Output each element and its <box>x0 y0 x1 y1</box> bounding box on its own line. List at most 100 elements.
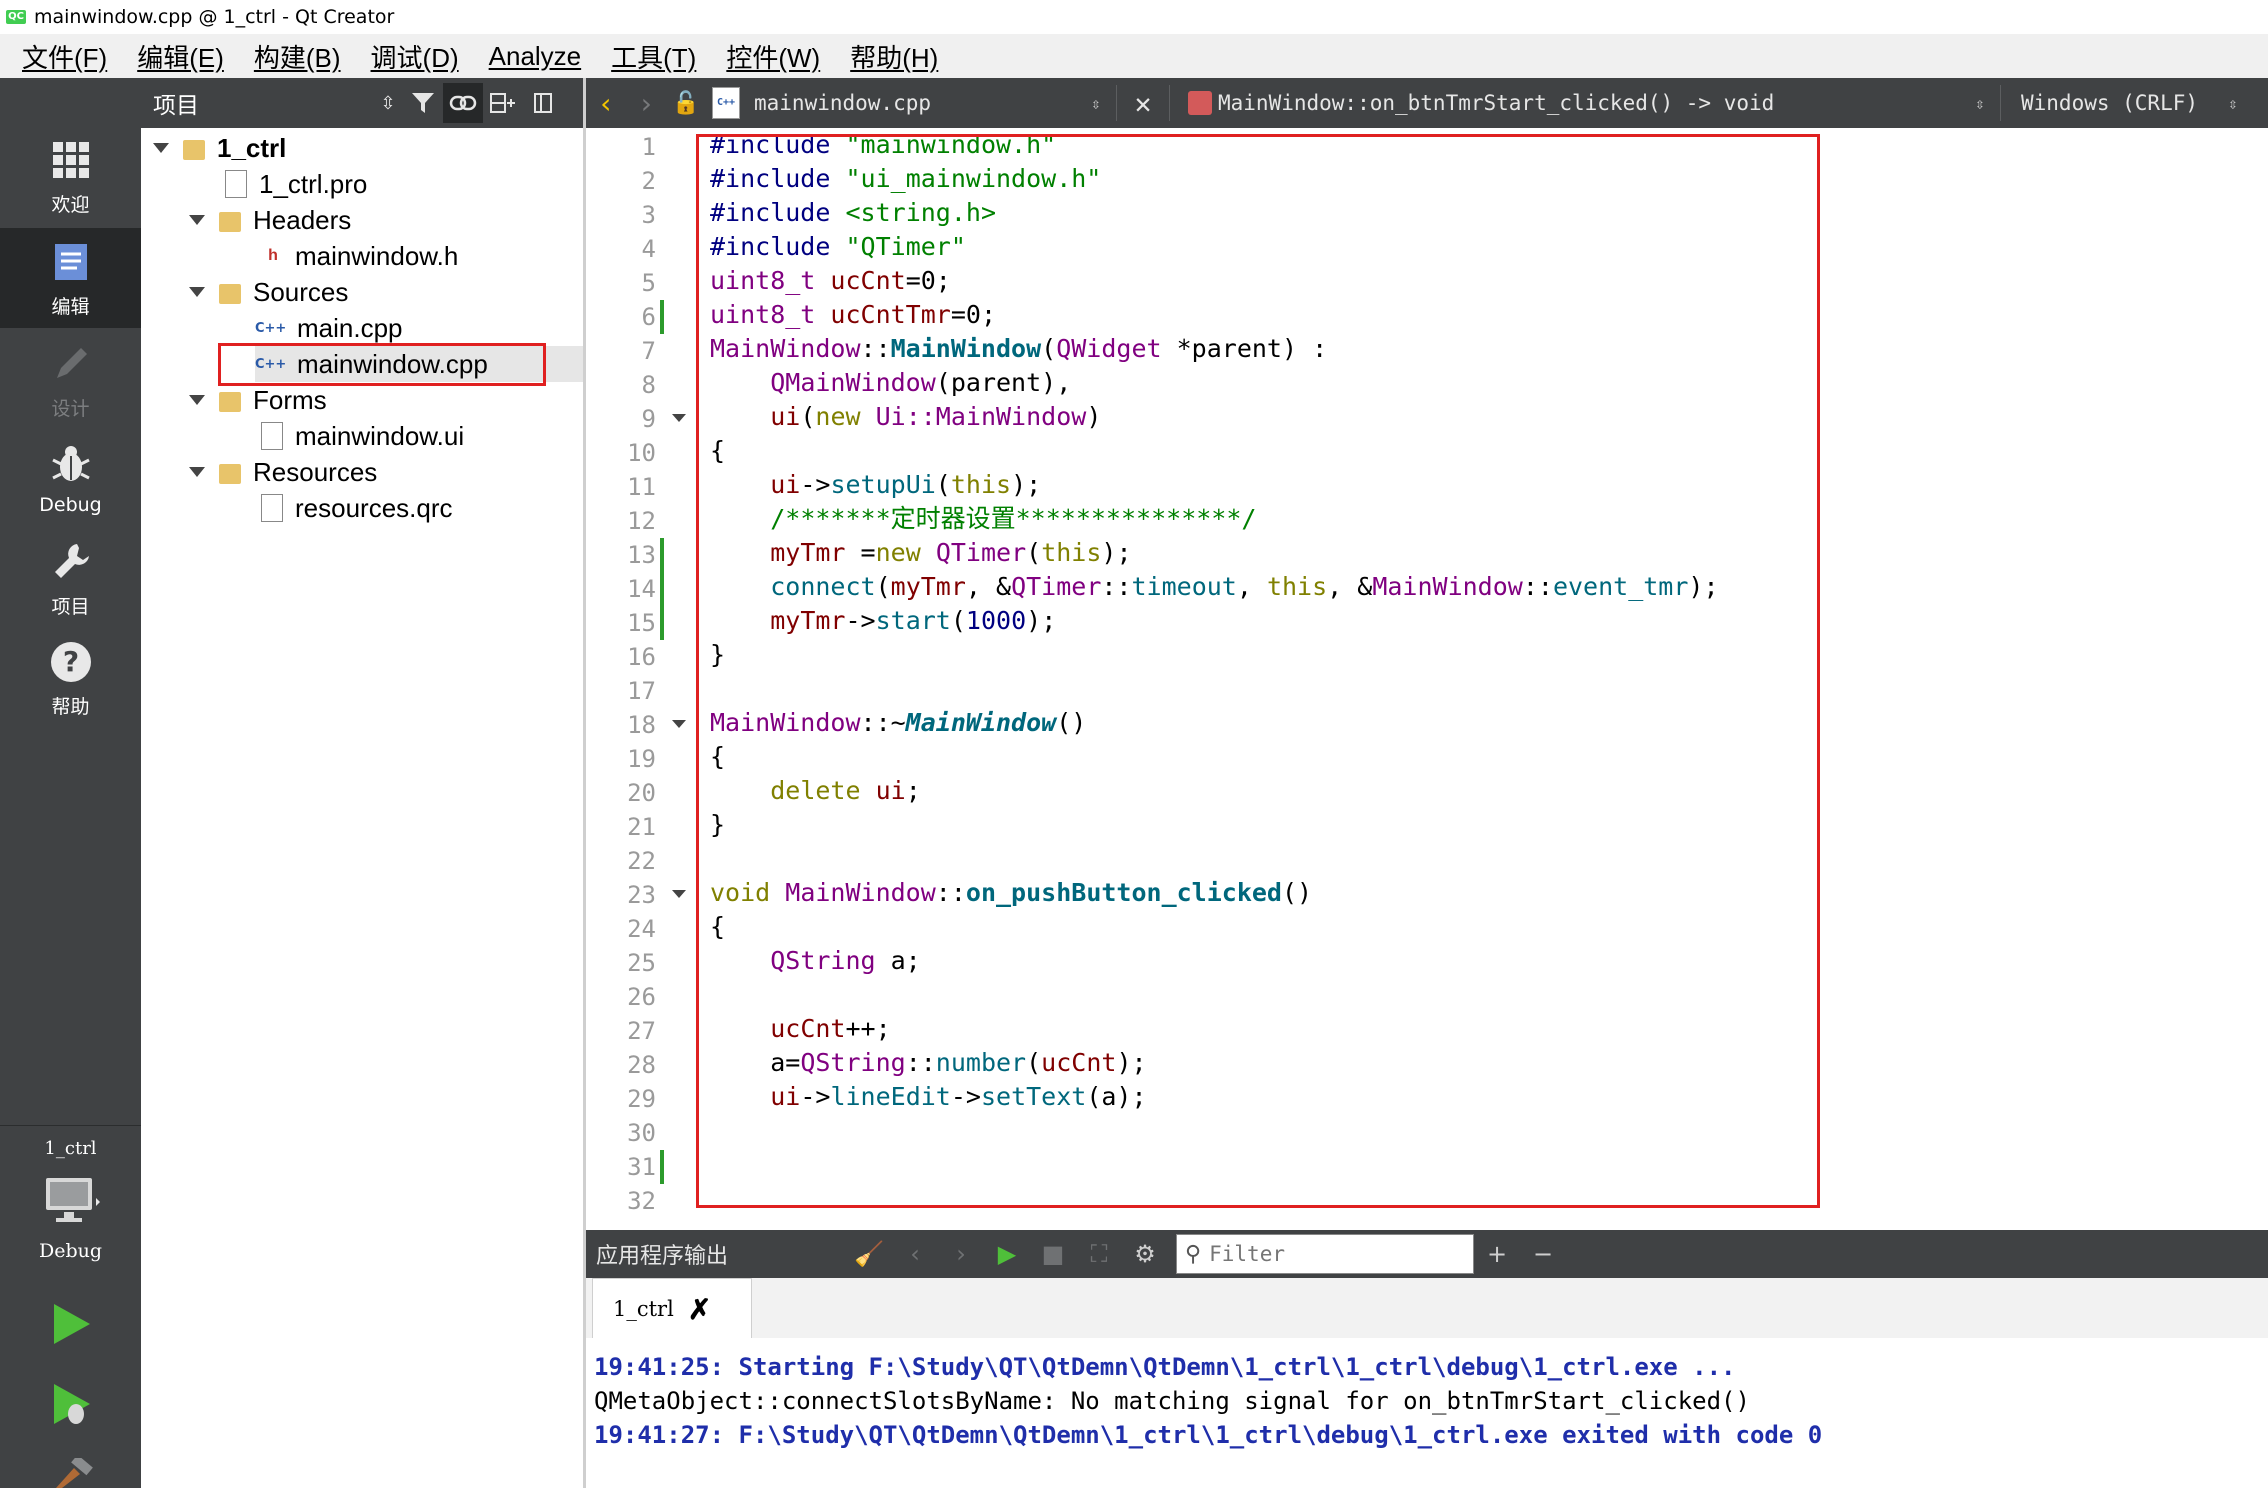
filter-input[interactable] <box>1207 1241 1462 1267</box>
output-pane-title: 应用程序输出 <box>596 1244 729 1269</box>
start-debugging-button[interactable] <box>46 1380 94 1428</box>
line-ending-updown-icon[interactable]: ⇳ <box>2221 94 2245 113</box>
line-number: 15 <box>627 609 656 637</box>
sources-folder-icon <box>219 278 243 306</box>
changed-line-marker <box>660 1150 664 1184</box>
previous-item-button[interactable]: ‹ <box>892 1240 938 1268</box>
mode-design[interactable]: 设计 <box>0 340 141 436</box>
line-number: 19 <box>627 745 656 773</box>
symbol-selector[interactable]: MainWindow::on_btnTmrStart_clicked() -> … <box>1218 91 1968 115</box>
close-pane-button[interactable] <box>523 83 563 123</box>
close-tab-icon[interactable]: ✗ <box>688 1293 711 1326</box>
output-filter[interactable]: ⚲ <box>1176 1234 1474 1274</box>
mode-welcome-label: 欢迎 <box>51 194 90 216</box>
line-number: 11 <box>627 473 656 501</box>
tree-node-form-file[interactable]: mainwindow.ui <box>261 418 464 454</box>
line-ending-selector[interactable]: Windows (CRLF) <box>2021 91 2221 115</box>
output-text-area[interactable]: 19:41:25: Starting F:\Study\QT\QtDemn\Qt… <box>586 1338 2268 1488</box>
menu-tools[interactable]: 工具(T) <box>596 38 711 75</box>
close-document-button[interactable]: ✕ <box>1125 87 1161 120</box>
debug-bug-icon <box>51 446 90 481</box>
clear-output-broom-icon[interactable]: 🧹 <box>846 1240 892 1268</box>
mode-project[interactable]: 项目 <box>0 538 141 634</box>
menu-build[interactable]: 构建(B) <box>239 38 356 75</box>
kit-selector-monitor-icon[interactable] <box>44 1176 100 1226</box>
next-item-button[interactable]: › <box>938 1240 984 1268</box>
pane-selector-updown-icon[interactable]: ⇳ <box>373 83 403 123</box>
mode-debug[interactable]: Debug <box>0 440 141 536</box>
headers-folder-icon <box>219 206 243 234</box>
mode-help[interactable]: ? 帮助 <box>0 638 141 734</box>
attach-debugger-button[interactable]: ⛶ <box>1076 1240 1122 1268</box>
menu-help[interactable]: 帮助(H) <box>835 38 953 75</box>
menu-edit[interactable]: 编辑(E) <box>122 38 239 75</box>
fold-arrow-icon[interactable] <box>672 890 686 898</box>
line-number: 29 <box>627 1085 656 1113</box>
tree-node-header-file[interactable]: h mainwindow.h <box>261 238 458 274</box>
resources-folder-icon <box>219 458 243 486</box>
zoom-out-button[interactable]: − <box>1520 1240 1566 1268</box>
mode-welcome[interactable]: 欢迎 <box>0 136 141 232</box>
zoom-in-button[interactable]: + <box>1474 1240 1520 1268</box>
stop-button[interactable]: ■ <box>1030 1240 1076 1268</box>
selected-file-highlight-box <box>218 343 546 386</box>
tree-node-resources[interactable]: Resources <box>189 454 377 490</box>
build-hammer-icon[interactable] <box>50 1458 98 1488</box>
rerun-button[interactable]: ▶ <box>984 1240 1030 1268</box>
expand-arrow-icon <box>189 395 205 405</box>
tree-sources-label: Sources <box>253 276 349 307</box>
go-back-button[interactable]: ‹ <box>586 87 626 120</box>
mode-sidebar: 欢迎 编辑 设计 Debug 项目 ? 帮助 1_ctrl Debug <box>0 78 141 1488</box>
menu-file[interactable]: 文件(F) <box>0 38 122 75</box>
tree-headers-label: Headers <box>253 204 352 235</box>
tree-node-sources[interactable]: Sources <box>189 274 348 310</box>
kit-build-mode: Debug <box>38 1240 103 1262</box>
mode-design-label: 设计 <box>51 398 90 420</box>
sidebar-separator <box>0 1125 141 1126</box>
qt-creator-logo-icon: QC <box>6 10 26 24</box>
filter-tree-button[interactable] <box>403 83 443 123</box>
line-number: 21 <box>627 813 656 841</box>
symbol-selector-updown-icon[interactable]: ⇳ <box>1968 94 1992 113</box>
run-button[interactable] <box>46 1300 94 1348</box>
ui-form-file-icon <box>261 422 285 450</box>
project-tree: 1_ctrl 1_ctrl.pro Headers h mainwindow.h… <box>141 128 584 1488</box>
tree-node-pro[interactable]: 1_ctrl.pro <box>225 166 367 202</box>
split-pane-button[interactable] <box>483 83 523 123</box>
tree-resource-file-label: resources.qrc <box>295 492 453 523</box>
tree-form-file-label: mainwindow.ui <box>295 420 465 451</box>
editor-toolbar: ‹ › 🔓 C++ mainwindow.cpp ⇳ ✕ MainWindow:… <box>586 78 2268 128</box>
output-tab[interactable]: 1_ctrl ✗ <box>592 1278 752 1339</box>
settings-gear-icon[interactable]: ⚙ <box>1122 1240 1168 1268</box>
expand-arrow-icon <box>189 467 205 477</box>
tree-node-headers[interactable]: Headers <box>189 202 351 238</box>
line-number: 25 <box>627 949 656 977</box>
fold-arrow-icon[interactable] <box>672 720 686 728</box>
filter-funnel-icon <box>412 93 434 113</box>
tree-node-main-cpp[interactable]: C++ main.cpp <box>255 310 403 346</box>
tree-node-forms[interactable]: Forms <box>189 382 327 418</box>
line-number: 31 <box>627 1153 656 1181</box>
line-number: 27 <box>627 1017 656 1045</box>
title-bar: QC mainwindow.cpp @ 1_ctrl - Qt Creator <box>0 0 2268 34</box>
menu-debug[interactable]: 调试(D) <box>356 38 474 75</box>
menu-controls[interactable]: 控件(W) <box>711 38 835 75</box>
menu-analyze[interactable]: Analyze <box>474 41 597 72</box>
line-number: 2 <box>641 167 656 195</box>
file-selector-updown-icon[interactable]: ⇳ <box>1084 94 1108 113</box>
line-number: 14 <box>627 575 656 603</box>
header-file-icon: h <box>268 247 278 264</box>
mode-edit[interactable]: 编辑 <box>0 228 141 328</box>
window-title: mainwindow.cpp @ 1_ctrl - Qt Creator <box>34 6 395 28</box>
tree-node-root[interactable]: 1_ctrl <box>153 130 286 166</box>
qrc-file-icon <box>261 494 285 522</box>
code-highlight-box <box>696 134 1820 1208</box>
tree-node-resource-file[interactable]: resources.qrc <box>261 490 453 526</box>
open-file-selector[interactable]: mainwindow.cpp <box>754 91 1084 115</box>
mode-project-label: 项目 <box>51 596 90 618</box>
fold-arrow-icon[interactable] <box>672 414 686 422</box>
go-forward-button[interactable]: › <box>626 87 666 120</box>
debug-run-bug-icon <box>68 1404 84 1424</box>
sync-editor-link-button[interactable] <box>443 83 483 123</box>
close-sidebar-icon <box>534 93 552 113</box>
